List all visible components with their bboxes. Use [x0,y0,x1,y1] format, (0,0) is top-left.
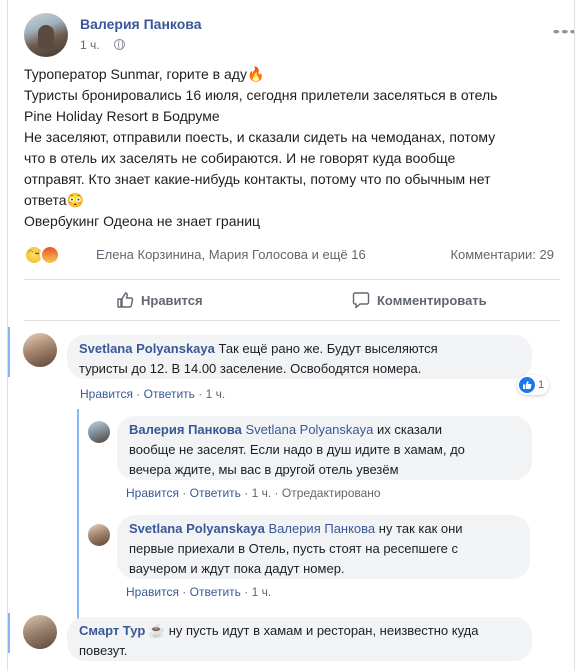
comments-section: Svetlana Polyanskaya Так ещё рано же. Бу… [8,321,574,671]
comments-count[interactable]: Комментарии: 29 [450,247,554,262]
like-button-label: Нравится [141,292,203,308]
comment-text: их сказали [373,422,442,437]
edited-label[interactable]: Отредактировано [282,486,381,500]
comment-author[interactable]: Валерия Панкова [129,422,242,437]
comment-like-count[interactable]: 1 [517,375,550,395]
comment-text: Так ещё рано же. Будут выселяются [218,341,438,356]
comment-bubble: Svetlana Polyanskaya Так ещё рано же. Бу… [67,335,532,379]
thread-line [8,613,10,653]
globe-icon [114,39,125,50]
angry-reaction-icon[interactable] [40,245,60,265]
post-line: Pine Holiday Resort в Бодруме [24,108,220,124]
comment-time[interactable]: 1 ч. [206,387,226,401]
dot-separator: · [240,585,252,599]
comment-bubble: Svetlana Polyanskaya Валерия Панкова ну … [117,515,530,579]
comment-like-link[interactable]: Нравится [126,585,179,599]
dot-separator: · [178,486,190,500]
commenter-avatar[interactable] [88,421,110,443]
comment-time[interactable]: 1 ч. [252,585,272,599]
author-avatar[interactable] [24,13,68,57]
comment-text: ваучером и ждут пока дадут номер. [129,561,345,576]
comment-meta: Нравится · Ответить · 1 ч. · Отредактиро… [126,486,381,500]
comment-text: повезут. [79,643,128,658]
dot-separator: · [271,486,282,500]
thumbs-up-icon [117,292,134,308]
post-line: отправят. Кто знает какие-нибудь контакт… [24,171,491,187]
dot-separator: · [194,387,206,401]
comment-text: вечера ждите, мы вас в другой отель увез… [129,462,399,477]
reply-thread-line [77,409,79,645]
post-line: Туроператор Sunmar, горите в аду🔥 [24,66,265,82]
more-options-icon[interactable]: ●●● [552,26,574,36]
post-author-name[interactable]: Валерия Панкова [80,16,202,32]
like-icon [519,377,535,393]
divider [24,279,560,280]
post-body: Туроператор Sunmar, горите в аду🔥 Турист… [24,64,559,232]
post-time[interactable]: 1 ч. [80,38,100,52]
post-line: Туристы бронировались 16 июля, сегодня п… [24,87,498,103]
commenter-avatar[interactable] [23,615,57,649]
thread-line [8,327,10,377]
comment-text: вообще не заселят. Если надо в душ идите… [129,442,465,457]
dot-separator: · [240,486,252,500]
comment-time[interactable]: 1 ч. [252,486,272,500]
comment-meta: Нравится · Ответить · 1 ч. [80,387,225,401]
comment-icon [352,292,370,309]
post-line: Овербукинг Одеона не знает границ [24,213,261,229]
comment-meta: Нравится · Ответить · 1 ч. [126,585,271,599]
dot-separator: · [178,585,190,599]
commenter-avatar[interactable] [88,524,110,546]
comment-reply-link[interactable]: Ответить [190,585,241,599]
post-header: Валерия Панкова 1 ч. ●●● [24,13,574,57]
comment-text: ну пусть идут в хамам и ресторан, неизве… [165,623,479,638]
commenter-avatar[interactable] [23,333,57,367]
comment-text: ну так как они [375,521,463,536]
post-line: Не заселяют, отправили поесть, и сказали… [24,129,496,145]
comment-like-link[interactable]: Нравится [126,486,179,500]
comment-author[interactable]: Svetlana Polyanskaya [129,521,265,536]
comment-bubble: Валерия Панкова Svetlana Polyanskaya их … [117,416,532,480]
like-count: 1 [538,379,545,391]
post-line: ответа😳 [24,192,84,208]
dot-separator: · [132,387,144,401]
comment-author[interactable]: Смарт Тур [79,623,145,638]
comment-button[interactable]: Комментировать [352,283,487,317]
reactions-bar: Елена Корзинина, Мария Голосова и ещё 16… [24,245,554,267]
comment-bubble: Смарт Тур ☕ ну пусть идут в хамам и рест… [67,617,532,661]
comment-mention[interactable]: Валерия Панкова [268,521,375,536]
post-card: Валерия Панкова 1 ч. ●●● Туроператор Sun… [7,0,575,671]
like-button[interactable]: Нравится [116,283,203,317]
comment-like-link[interactable]: Нравится [80,387,133,401]
comment-button-label: Комментировать [377,292,487,308]
comment-reply-link[interactable]: Ответить [144,387,195,401]
coffee-icon: ☕ [148,623,166,638]
post-line: что в отель их заселять не собираются. И… [24,150,456,166]
comment-text: первые приехали в Отель, пусть стоят на … [129,541,459,556]
comment-text: туристы до 12. В 14.00 заселение. Освобо… [79,361,422,376]
post-actions: Нравится Комментировать [24,283,560,317]
comment-author[interactable]: Svetlana Polyanskaya [79,341,215,356]
reactions-names[interactable]: Елена Корзинина, Мария Голосова и ещё 16 [96,247,366,262]
comment-mention[interactable]: Svetlana Polyanskaya [245,422,373,437]
comment-reply-link[interactable]: Ответить [190,486,241,500]
